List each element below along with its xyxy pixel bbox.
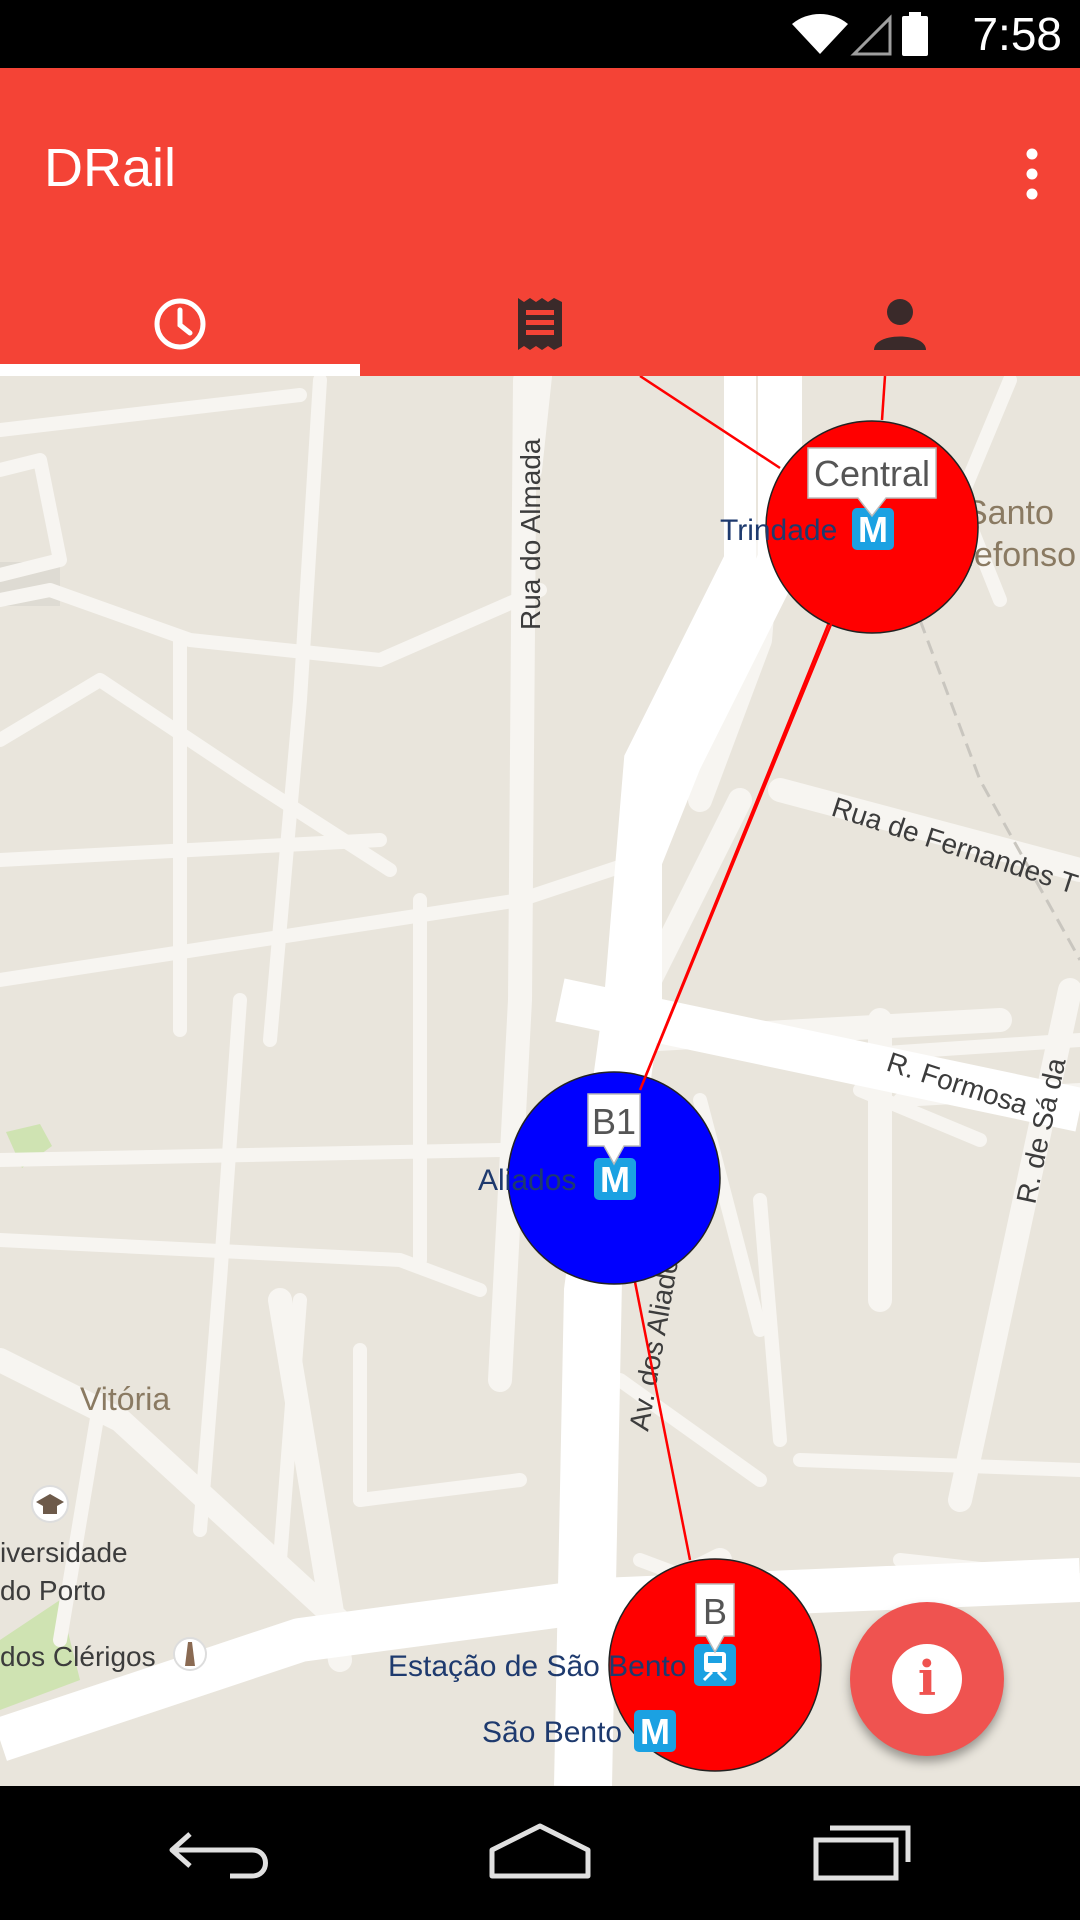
marker-label-central: Central	[814, 453, 930, 494]
battery-icon	[902, 12, 928, 56]
signal-icon	[850, 14, 892, 56]
navigation-bar	[0, 1786, 1080, 1920]
metro-icon: M	[594, 1158, 636, 1200]
person-icon	[874, 299, 926, 350]
tab-profile[interactable]	[720, 272, 1080, 376]
place-label-vitoria: Vitória	[80, 1381, 170, 1417]
tab-bar	[0, 272, 1080, 376]
status-bar: 7:58	[0, 0, 1080, 68]
recent-apps-icon[interactable]	[800, 1816, 920, 1886]
map-canvas[interactable]: Rua do Almada Rua de Fernandes T R. Form…	[0, 376, 1080, 1786]
place-label-porto: do Porto	[0, 1575, 106, 1606]
back-icon[interactable]	[160, 1816, 280, 1886]
svg-text:M: M	[640, 1711, 670, 1752]
tab-schedule[interactable]	[0, 272, 360, 376]
wifi-icon	[792, 13, 848, 54]
more-options-icon[interactable]	[1010, 144, 1054, 204]
info-button[interactable]: i	[850, 1602, 1004, 1756]
monument-icon	[173, 1637, 207, 1671]
street-label-almada: Rua do Almada	[515, 438, 546, 630]
tab-indicator	[0, 364, 360, 376]
metro-icon: M	[634, 1710, 676, 1752]
map-view[interactable]: Rua do Almada Rua de Fernandes T R. Form…	[0, 376, 1080, 1786]
station-label-sao-bento-train: Estação de São Bento	[388, 1650, 687, 1683]
svg-text:M: M	[600, 1159, 630, 1200]
marker-label-b: B	[703, 1591, 727, 1632]
status-icons	[792, 12, 928, 56]
marker-label-b1: B1	[592, 1101, 636, 1142]
station-label-aliados: Aliados	[478, 1164, 576, 1197]
place-label-universidade: iversidade	[0, 1537, 128, 1568]
app-title: DRail	[44, 138, 177, 198]
place-label-clerigos: dos Clérigos	[0, 1641, 156, 1672]
info-icon: i	[892, 1644, 962, 1714]
station-label-sao-bento-metro: São Bento	[482, 1716, 622, 1749]
home-icon[interactable]	[480, 1816, 600, 1886]
university-icon	[31, 1485, 69, 1523]
clock-icon	[154, 298, 206, 350]
app-bar: DRail	[0, 68, 1080, 376]
tab-tickets[interactable]	[360, 272, 720, 376]
ticket-icon	[518, 298, 562, 350]
station-label-trindade: Trindade	[720, 514, 837, 547]
status-time: 7:58	[972, 8, 1062, 60]
